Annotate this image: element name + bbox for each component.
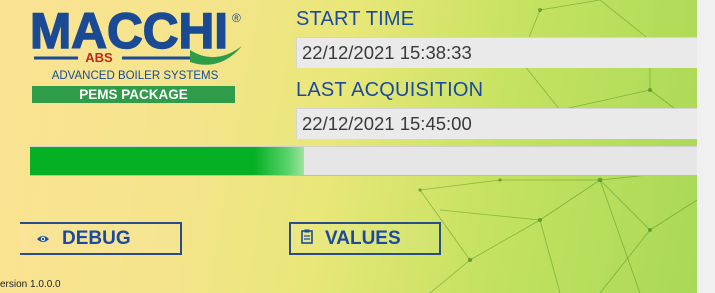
debug-button-label: DEBUG — [62, 227, 131, 249]
logo-brand-text: MACCHI — [30, 6, 228, 59]
start-time-field[interactable]: 22/12/2021 15:38:33 — [296, 37, 697, 68]
values-button[interactable]: VALUES — [289, 222, 441, 255]
version-label: ersion 1.0.0.0 — [0, 279, 61, 290]
debug-button[interactable]: DEBUG — [20, 222, 182, 255]
last-acquisition-label: LAST ACQUISITION — [296, 79, 484, 101]
acquisition-progress-bar — [30, 146, 697, 176]
eye-icon — [36, 228, 50, 250]
logo-abs-text: ABS — [85, 50, 113, 65]
macchi-logo: MACCHI ® ABS ADVANCED BOILER SYSTEMS PEM… — [30, 6, 245, 106]
clipboard-icon — [301, 228, 313, 250]
progress-fill — [30, 147, 304, 175]
window-edge — [697, 0, 715, 293]
logo-subtitle: ADVANCED BOILER SYSTEMS — [51, 70, 219, 82]
app-window: MACCHI ® ABS ADVANCED BOILER SYSTEMS PEM… — [0, 0, 697, 293]
values-button-label: VALUES — [325, 227, 401, 249]
pems-package-banner: PEMS PACKAGE — [32, 86, 235, 103]
start-time-label: START TIME — [296, 8, 415, 30]
last-acquisition-field[interactable]: 22/12/2021 15:45:00 — [296, 108, 697, 139]
registered-mark: ® — [232, 11, 241, 25]
